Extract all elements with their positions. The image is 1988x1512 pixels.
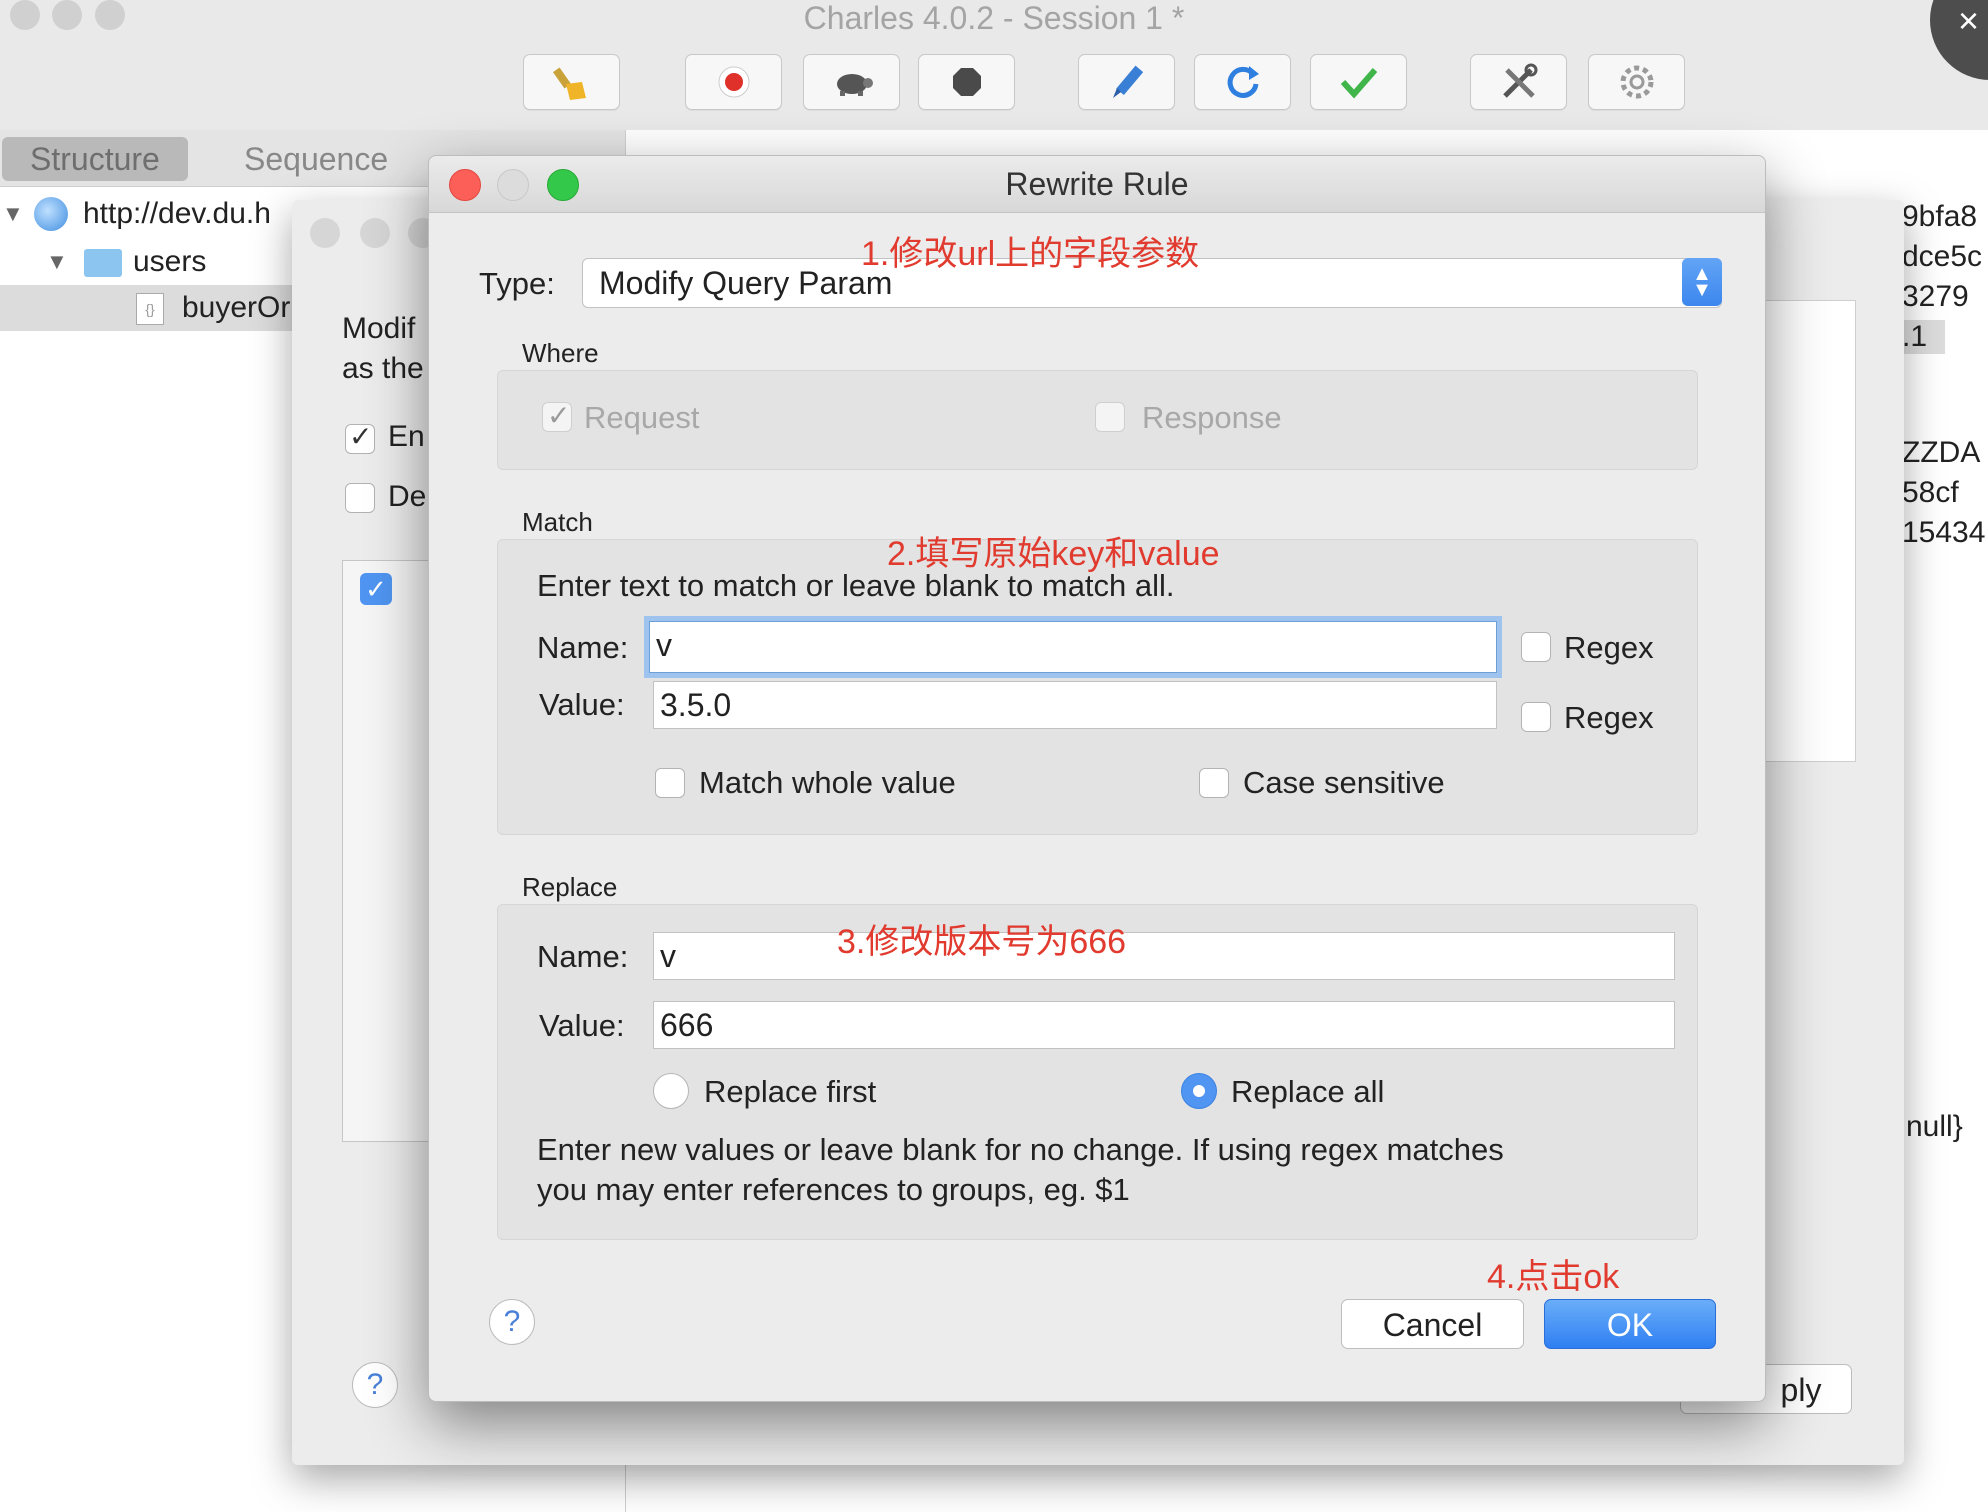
tools-button[interactable] [1470,54,1567,110]
annotation-step4: 4.点击ok [1487,1258,1620,1296]
rewrite-rule-dialog: Rewrite Rule Type: Modify Query Param ▲ ▼… [428,155,1766,1402]
globe-icon [34,197,68,231]
gear-icon [1620,65,1653,99]
record-button[interactable] [685,54,782,110]
tab-structure[interactable]: Structure [2,137,188,181]
replace-hint-line2: you may enter references to groups, eg. … [537,1172,1130,1207]
replace-all-label: Replace all [1231,1074,1385,1109]
dialog-close-button[interactable] [449,169,481,201]
record-icon [718,66,749,98]
cancel-button[interactable]: Cancel [1341,1299,1524,1349]
clear-session-button[interactable] [523,54,620,110]
window-title: Charles 4.0.2 - Session 1 * [803,0,1185,36]
annotation-step2: 2.填写原始key和value [887,535,1220,573]
match-name-regex-label: Regex [1564,630,1654,665]
bg-help-button[interactable]: ? [352,1362,398,1408]
apply-label: ply [1780,1372,1822,1408]
match-name-label: Name: [537,630,629,665]
detail-text: dce5c [1902,240,1983,273]
detail-text: null} [1906,1110,1963,1143]
detail-text: 58cf [1902,476,1959,509]
rules-list[interactable] [1762,300,1856,762]
breakpoints-button[interactable] [918,54,1015,110]
settings-button[interactable] [1588,54,1685,110]
compose-button[interactable] [1078,54,1175,110]
refresh-icon [1227,66,1259,98]
replace-first-radio[interactable] [653,1073,689,1109]
case-sensitive-checkbox[interactable] [1199,768,1229,798]
stop-icon [952,68,981,96]
debug-label: De [388,480,427,513]
pen-icon [1112,65,1143,98]
response-checkbox[interactable] [1095,402,1125,432]
replace-name-input[interactable]: v [653,932,1675,980]
disclosure-triangle-icon[interactable]: ▼ [2,191,24,237]
rule-set-checkbox[interactable]: ✓ [360,573,392,605]
annotation-step3: 3.修改版本号为666 [837,923,1127,961]
replace-name-label: Name: [537,939,629,974]
tree-folder-label: users [133,245,207,278]
type-label: Type: [479,266,555,301]
bg-description: as the [342,352,424,385]
request-label: Request [584,400,700,435]
request-checkbox[interactable] [542,399,572,432]
where-heading: Where [522,338,599,368]
match-value-input[interactable]: 3.5.0 [653,681,1497,729]
bg-description: Modif [342,312,416,345]
match-name-input[interactable]: v [644,616,1502,678]
match-value-regex-label: Regex [1564,700,1654,735]
throttle-button[interactable] [803,54,900,110]
replace-all-radio[interactable] [1181,1073,1217,1109]
check-icon [1340,68,1377,99]
select-stepper-icon[interactable]: ▲ ▼ [1682,258,1722,306]
response-label: Response [1142,400,1282,435]
tree-host-label: http://dev.du.h [83,197,271,230]
disclosure-triangle-icon[interactable]: ▼ [46,239,68,285]
dialog-minimize-button[interactable] [497,169,529,201]
dialog-title: Rewrite Rule [429,156,1765,213]
detail-text: 9bfa8 [1902,200,1978,233]
match-whole-value-checkbox[interactable] [655,768,685,798]
dialog-help-button[interactable]: ? [489,1299,535,1345]
close-icon: × [1958,0,1980,41]
match-whole-value-label: Match whole value [699,765,956,800]
replace-hint-line1: Enter new values or leave blank for no c… [537,1132,1504,1167]
bg-close-button[interactable] [310,218,340,248]
annotation-step1: 1.修改url上的字段参数 [861,235,1200,273]
detail-text: 3279 [1902,280,1969,313]
tree-file-label: buyerOr [182,291,291,324]
match-heading: Match [522,507,593,537]
detail-text: 15434 [1902,516,1986,549]
replace-value-label: Value: [539,1008,625,1043]
tab-sequence[interactable]: Sequence [216,137,416,181]
detail-text: .1 [1902,320,1946,354]
validate-button[interactable] [1310,54,1407,110]
replace-first-label: Replace first [704,1074,877,1109]
enable-rewrite-label: En [388,420,425,453]
match-value-regex-checkbox[interactable] [1521,702,1551,732]
case-sensitive-label: Case sensitive [1243,765,1445,800]
debug-checkbox[interactable] [345,483,375,513]
type-select-value: Modify Query Param [599,265,893,301]
dialog-zoom-button[interactable] [547,169,579,201]
ok-button[interactable]: OK [1544,1299,1716,1349]
replace-value-input[interactable]: 666 [653,1001,1675,1049]
match-name-regex-checkbox[interactable] [1521,632,1551,662]
repeat-button[interactable] [1194,54,1291,110]
enable-rewrite-checkbox[interactable] [345,420,375,454]
folder-icon [84,249,122,277]
broom-icon [552,67,586,100]
json-file-icon: {} [136,293,164,325]
tools-icon [1502,63,1537,98]
detail-text: ZZDA [1902,436,1981,469]
match-value-label: Value: [539,687,625,722]
bg-minimize-button[interactable] [360,218,390,248]
replace-heading: Replace [522,872,618,902]
turtle-icon [836,74,873,96]
